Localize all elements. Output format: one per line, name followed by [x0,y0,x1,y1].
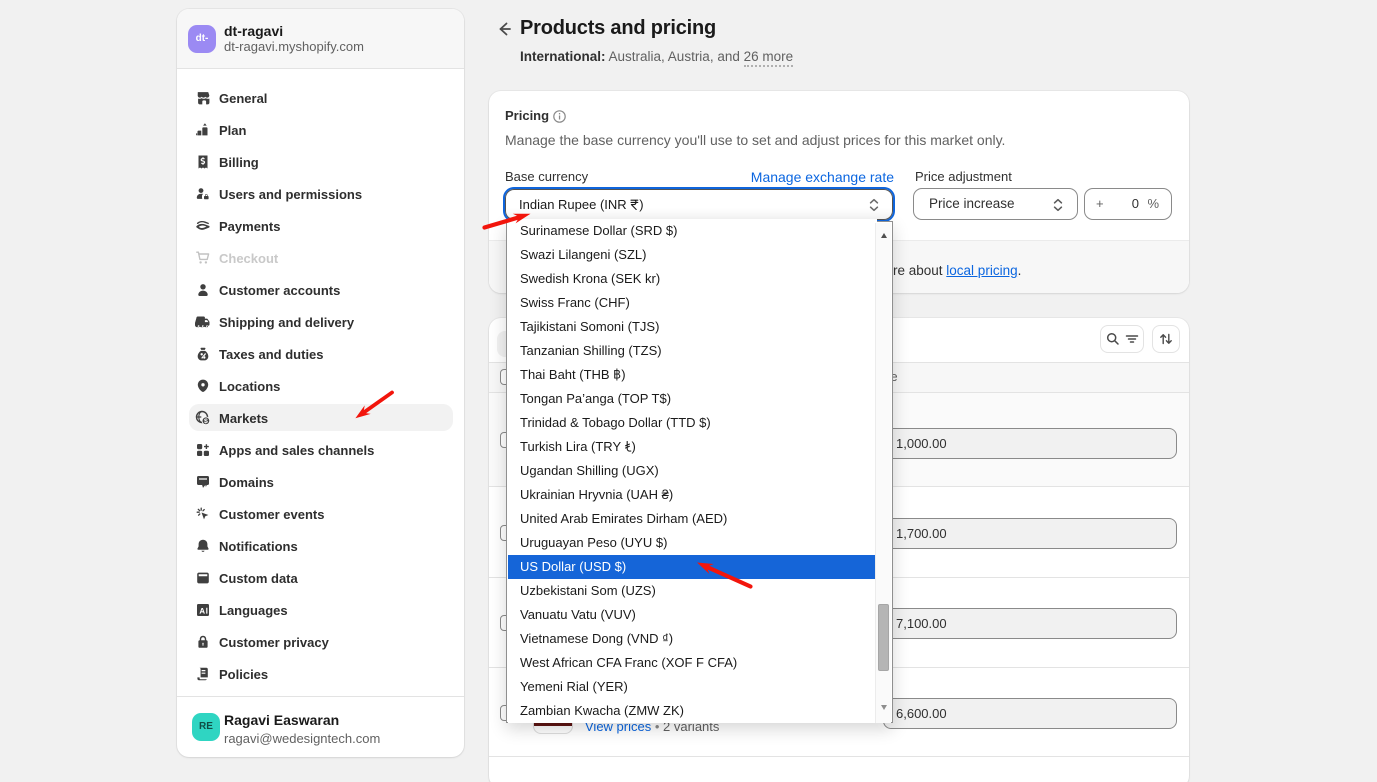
svg-text:$: $ [204,418,208,425]
